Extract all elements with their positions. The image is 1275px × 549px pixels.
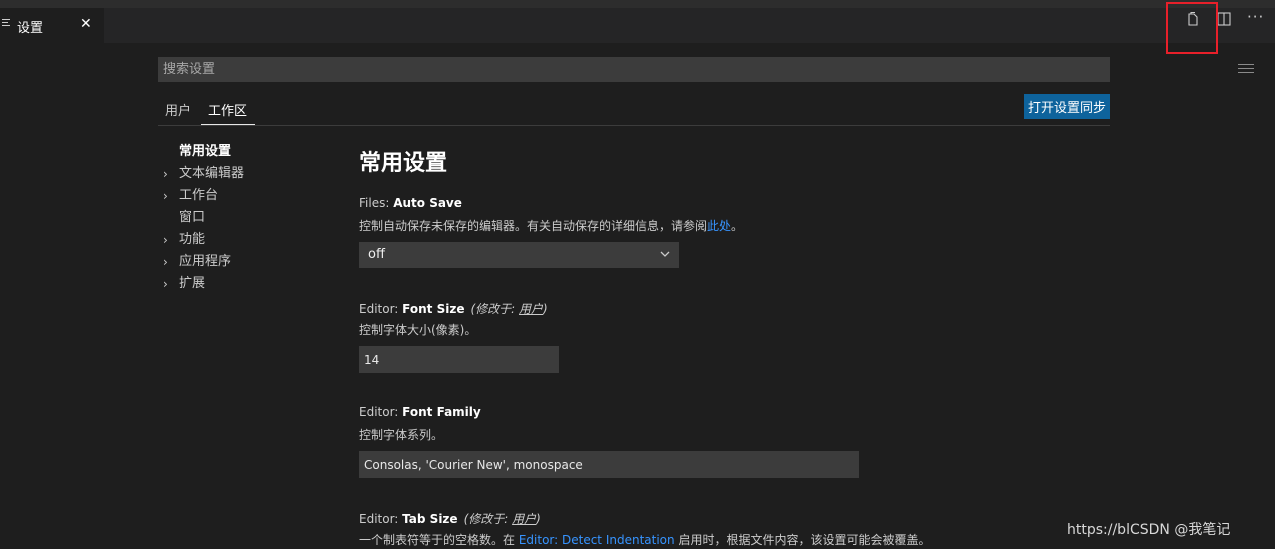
toc-item-text-editor[interactable]: › 文本编辑器 — [163, 163, 244, 185]
auto-save-docs-link[interactable]: 此处 — [707, 219, 731, 233]
toc-item-label: 工作台 — [179, 188, 219, 203]
toc-item-label: 扩展 — [179, 276, 206, 291]
font-size-input[interactable] — [359, 346, 559, 373]
setting-category: Editor: — [359, 302, 403, 316]
tab-user[interactable]: 用户 — [165, 100, 191, 119]
chevron-right-icon: › — [163, 233, 168, 247]
setting-title-font-size: Editor: Font Size (修改于: 用户) — [359, 300, 548, 317]
auto-save-select[interactable]: off — [359, 242, 679, 268]
toc-item-workbench[interactable]: › 工作台 — [163, 185, 244, 207]
settings-toc: 常用设置 › 文本编辑器 › 工作台 窗口 › 功能 › 应用程序 › 扩展 — [163, 141, 244, 295]
setting-desc-font-family: 控制字体系列。 — [359, 428, 444, 442]
tab-workspace[interactable]: 工作区 — [208, 100, 247, 119]
more-actions-icon[interactable]: ··· — [1247, 8, 1264, 26]
title-bar-strip — [0, 0, 1275, 8]
settings-list-icon — [2, 17, 12, 31]
section-title: 常用设置 — [359, 151, 448, 176]
setting-title-font-family: Editor: Font Family — [359, 405, 481, 419]
toc-item-application[interactable]: › 应用程序 — [163, 251, 244, 273]
filter-icon[interactable] — [1238, 64, 1254, 76]
desc-text: 控制自动保存未保存的编辑器。有关自动保存的详细信息，请参阅 — [359, 219, 708, 233]
modified-in-user-link[interactable]: 用户 — [512, 512, 536, 526]
select-value: off — [368, 247, 385, 262]
chevron-right-icon: › — [163, 189, 168, 203]
settings-tab[interactable]: 设置 ✕ — [0, 8, 104, 43]
setting-name: Font Size — [402, 302, 465, 316]
toc-item-window[interactable]: 窗口 — [163, 207, 244, 229]
modified-in-user-link[interactable]: 用户 — [519, 302, 543, 316]
settings-sync-button[interactable]: 打开设置同步 — [1024, 94, 1110, 119]
toc-item-label: 文本编辑器 — [179, 166, 245, 181]
toc-item-label: 应用程序 — [179, 254, 232, 269]
setting-desc-tab-size: 一个制表符等于的空格数。在 Editor: Detect Indentation… — [359, 531, 930, 548]
toc-item-features[interactable]: › 功能 — [163, 229, 244, 251]
setting-name: Tab Size — [402, 512, 458, 526]
editor-tab-bar: 设置 ✕ — [0, 8, 1275, 43]
chevron-right-icon: › — [163, 255, 168, 269]
settings-search[interactable] — [158, 57, 1254, 82]
scope-divider — [158, 125, 1110, 126]
toc-item-label: 窗口 — [179, 210, 206, 225]
toc-item-label: 常用设置 — [179, 144, 232, 159]
toc-item-commonly-used[interactable]: 常用设置 — [163, 141, 244, 163]
detect-indentation-link[interactable]: Editor: Detect Indentation — [519, 533, 675, 547]
desc-text: 。 — [731, 219, 744, 233]
search-input[interactable] — [158, 57, 1063, 82]
chevron-right-icon: › — [163, 167, 168, 181]
split-editor-icon[interactable] — [1216, 11, 1232, 27]
setting-category: Editor: — [359, 405, 403, 419]
setting-title-auto-save: Files: Auto Save — [359, 196, 462, 210]
toc-item-extensions[interactable]: › 扩展 — [163, 273, 244, 295]
setting-desc-auto-save: 控制自动保存未保存的编辑器。有关自动保存的详细信息，请参阅此处。 — [359, 217, 743, 234]
tab-label: 设置 — [17, 21, 44, 36]
close-icon[interactable]: ✕ — [80, 16, 92, 32]
modified-indicator: (修改于: 用户) — [470, 302, 548, 316]
setting-desc-font-size: 控制字体大小(像素)。 — [359, 323, 477, 337]
annotation-highlight-box — [1166, 2, 1218, 54]
setting-name: Font Family — [402, 405, 481, 419]
setting-name: Auto Save — [393, 196, 462, 210]
font-family-input[interactable] — [359, 451, 859, 478]
setting-category: Files: — [359, 196, 394, 210]
modified-indicator: (修改于: 用户) — [463, 512, 541, 526]
desc-text: 启用时，根据文件内容，该设置可能会被覆盖。 — [674, 533, 931, 547]
watermark: https://blCSDN @我笔记 — [1067, 522, 1231, 538]
toc-item-label: 功能 — [179, 232, 206, 247]
chevron-right-icon: › — [163, 277, 168, 291]
setting-category: Editor: — [359, 512, 403, 526]
chevron-down-icon — [660, 251, 670, 257]
desc-text: 一个制表符等于的空格数。在 — [359, 533, 519, 547]
setting-title-tab-size: Editor: Tab Size (修改于: 用户) — [359, 510, 541, 527]
